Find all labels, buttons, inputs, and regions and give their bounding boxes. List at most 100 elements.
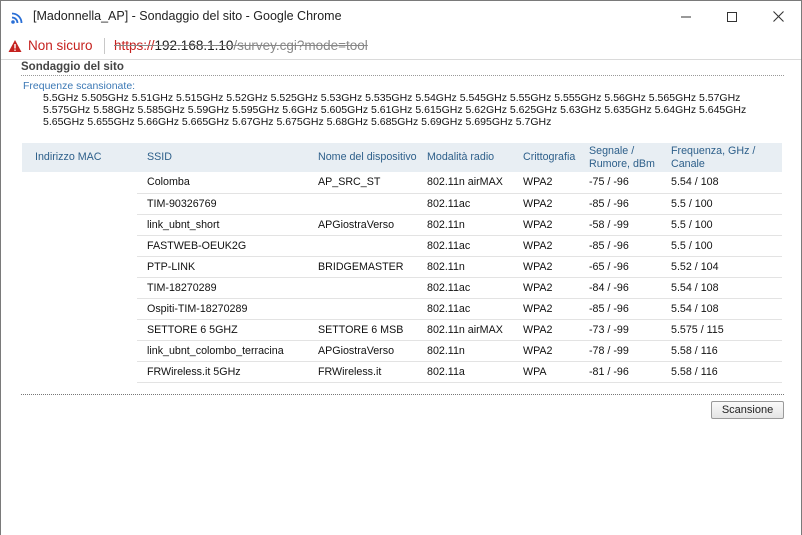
- cell-radio-mode: 802.11ac: [423, 298, 519, 320]
- cell-ssid: FASTWEB-OEUK2G: [137, 235, 303, 257]
- maximize-button[interactable]: [709, 1, 755, 32]
- table-row: Ospiti-TIM-18270289 802.11ac WPA2 -85 / -96…: [22, 298, 782, 320]
- frequencies-list: 5.5GHz 5.505GHz 5.51GHz 5.515GHz 5.52GHz…: [43, 92, 747, 128]
- security-status[interactable]: Non sicuro: [28, 38, 93, 53]
- table-row: PTP-LINK BRIDGEMASTER 802.11n WPA2 -65 / -96…: [22, 256, 782, 278]
- cell-mac: [22, 193, 137, 214]
- cell-radio-mode: 802.11ac: [423, 277, 519, 299]
- url-scheme: https://: [114, 38, 155, 53]
- cell-radio-mode: 802.11ac: [423, 235, 519, 257]
- cell-device-name: APGiostraVerso: [303, 214, 423, 236]
- cell-device-name: [303, 235, 423, 257]
- table-row: link_ubnt_short APGiostraVerso 802.11n WPA2…: [22, 214, 782, 236]
- cell-mac: [22, 319, 137, 340]
- warning-triangle-icon[interactable]: [8, 39, 22, 53]
- cell-frequency-channel: 5.5 / 100: [667, 235, 782, 257]
- cell-encryption: WPA2: [519, 256, 585, 278]
- cell-mac: [22, 277, 137, 298]
- cell-encryption: WPA2: [519, 319, 585, 341]
- column-header-frequency[interactable]: Frequenza, GHz / Canale: [667, 143, 782, 172]
- cell-ssid: Colomba: [137, 172, 303, 194]
- address-bar[interactable]: Non sicuro https://192.168.1.10/survey.c…: [1, 32, 801, 60]
- cell-signal-noise: -81 / -96: [585, 361, 667, 383]
- cell-ssid: link_ubnt_short: [137, 214, 303, 236]
- cell-ssid: PTP-LINK: [137, 256, 303, 278]
- url-path: /survey.cgi?mode=tool: [233, 38, 368, 53]
- column-header-signal[interactable]: Segnale / Rumore, dBm: [585, 143, 667, 172]
- browser-window: [Madonnella_AP] - Sondaggio del sito - G…: [0, 0, 802, 535]
- table-row: Colomba AP_SRC_ST 802.11n airMAX WPA2 -75 / …: [22, 172, 782, 194]
- cell-radio-mode: 802.11n airMAX: [423, 319, 519, 341]
- cell-device-name: FRWireless.it: [303, 361, 423, 383]
- cell-encryption: WPA2: [519, 172, 585, 194]
- cell-ssid: Ospiti-TIM-18270289: [137, 298, 303, 320]
- cell-radio-mode: 802.11n: [423, 340, 519, 362]
- cell-signal-noise: -85 / -96: [585, 193, 667, 215]
- column-header-frequency-line1: Frequenza, GHz /: [671, 144, 756, 157]
- wifi-signal-icon: [11, 12, 23, 24]
- table-row: FASTWEB-OEUK2G 802.11ac WPA2 -85 / -96 5.5 /…: [22, 235, 782, 257]
- cell-signal-noise: -78 / -99: [585, 340, 667, 362]
- cell-signal-noise: -84 / -96: [585, 277, 667, 299]
- cell-mac: [22, 340, 137, 361]
- title-bar[interactable]: [Madonnella_AP] - Sondaggio del sito - G…: [1, 1, 801, 32]
- survey-table: Indirizzo MAC SSID Nome del dispositivo …: [22, 143, 782, 383]
- column-header-frequency-line2: Canale: [671, 157, 705, 170]
- divider: [21, 394, 784, 395]
- cell-signal-noise: -75 / -96: [585, 172, 667, 194]
- cell-frequency-channel: 5.54 / 108: [667, 277, 782, 299]
- cell-encryption: WPA2: [519, 277, 585, 299]
- column-header-mode[interactable]: Modalità radio: [423, 143, 519, 172]
- cell-frequency-channel: 5.58 / 116: [667, 340, 782, 362]
- url-host: 192.168.1.10: [154, 38, 234, 53]
- column-header-signal-line1: Segnale /: [589, 144, 635, 157]
- cell-device-name: SETTORE 6 MSB: [303, 319, 423, 341]
- table-header-row: Indirizzo MAC SSID Nome del dispositivo …: [22, 143, 782, 172]
- cell-ssid: TIM-18270289: [137, 277, 303, 299]
- cell-signal-noise: -73 / -99: [585, 319, 667, 341]
- cell-ssid: SETTORE 6 5GHZ: [137, 319, 303, 341]
- column-header-device[interactable]: Nome del dispositivo: [303, 143, 423, 172]
- cell-radio-mode: 802.11a: [423, 361, 519, 383]
- cell-ssid: TIM-90326769: [137, 193, 303, 215]
- url-field[interactable]: https://192.168.1.10/survey.cgi?mode=too…: [114, 38, 368, 53]
- cell-frequency-channel: 5.52 / 104: [667, 256, 782, 278]
- scan-button[interactable]: Scansione: [711, 401, 784, 419]
- cell-mac: [22, 361, 137, 382]
- cell-encryption: WPA2: [519, 298, 585, 320]
- cell-signal-noise: -85 / -96: [585, 298, 667, 320]
- table-row: link_ubnt_colombo_terracina APGiostraVers…: [22, 340, 782, 362]
- cell-signal-noise: -85 / -96: [585, 235, 667, 257]
- table-row: FRWireless.it 5GHz FRWireless.it 802.11a WP…: [22, 361, 782, 383]
- cell-signal-noise: -65 / -96: [585, 256, 667, 278]
- cell-radio-mode: 802.11n: [423, 256, 519, 278]
- column-header-ssid[interactable]: SSID: [137, 143, 303, 172]
- cell-mac: [22, 214, 137, 235]
- table-row: TIM-18270289 802.11ac WPA2 -84 / -96 5.54 / …: [22, 277, 782, 299]
- column-header-signal-line2: Rumore, dBm: [589, 157, 655, 170]
- minimize-button[interactable]: [663, 1, 709, 32]
- cell-encryption: WPA: [519, 361, 585, 383]
- close-button[interactable]: [755, 1, 801, 32]
- page-content: Sondaggio del sito Frequenze scansionate…: [1, 60, 801, 535]
- cell-device-name: AP_SRC_ST: [303, 172, 423, 194]
- cell-encryption: WPA2: [519, 214, 585, 236]
- address-divider: [104, 38, 105, 54]
- column-header-mac[interactable]: Indirizzo MAC: [22, 143, 137, 172]
- cell-frequency-channel: 5.575 / 115: [667, 319, 782, 341]
- cell-radio-mode: 802.11n: [423, 214, 519, 236]
- cell-mac: [22, 298, 137, 319]
- cell-device-name: BRIDGEMASTER: [303, 256, 423, 278]
- maximize-icon: [727, 11, 737, 22]
- cell-mac: [22, 235, 137, 256]
- column-header-crypto[interactable]: Crittografia: [519, 143, 585, 172]
- close-icon: [772, 11, 784, 22]
- divider: [21, 75, 784, 76]
- cell-radio-mode: 802.11n airMAX: [423, 172, 519, 194]
- cell-mac: [22, 256, 137, 277]
- cell-frequency-channel: 5.58 / 116: [667, 361, 782, 383]
- cell-frequency-channel: 5.5 / 100: [667, 193, 782, 215]
- cell-encryption: WPA2: [519, 340, 585, 362]
- cell-device-name: APGiostraVerso: [303, 340, 423, 362]
- cell-signal-noise: -58 / -99: [585, 214, 667, 236]
